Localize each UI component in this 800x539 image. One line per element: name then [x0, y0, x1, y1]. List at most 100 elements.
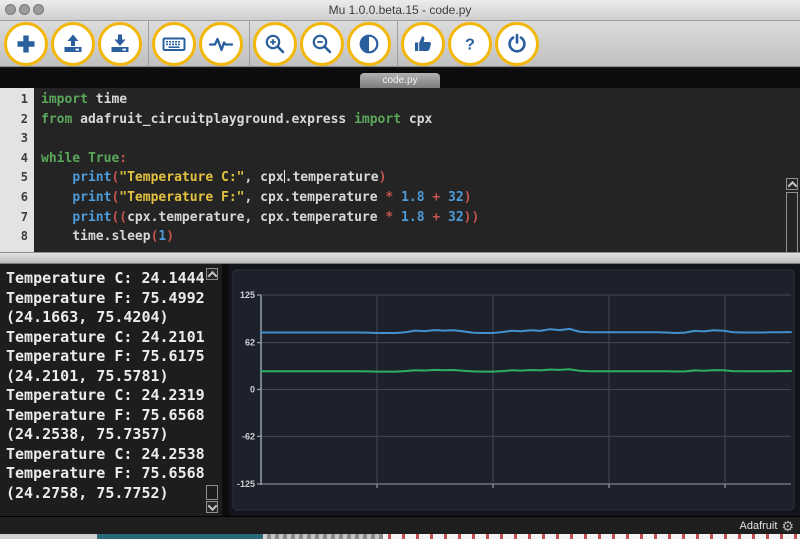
code-line[interactable]: import time: [41, 90, 800, 110]
toolbar-button-theme[interactable]: [347, 22, 391, 66]
toolbar-button-help[interactable]: ?: [448, 22, 492, 66]
toolbar: ?: [0, 21, 800, 67]
token-op: +: [432, 210, 440, 225]
token-op: ((: [111, 210, 127, 225]
toolbar-button-zoom-in[interactable]: [253, 22, 297, 66]
line-number: 8: [0, 227, 28, 247]
contrast-icon: [357, 32, 381, 56]
token-fn: print: [72, 170, 111, 185]
toolbar-button-new[interactable]: [4, 22, 48, 66]
console-line: Temperature F: 75.6568: [6, 464, 222, 484]
load-icon: [61, 32, 85, 56]
console-scroll-down-icon[interactable]: [206, 501, 218, 513]
window-title: Mu 1.0.0.beta.15 - code.py: [0, 3, 800, 17]
code-line[interactable]: print((cpx.temperature, cpx.temperature …: [41, 208, 800, 228]
plus-icon: [14, 32, 38, 56]
token-num: 1.8: [401, 190, 424, 205]
vertical-splitter[interactable]: [222, 264, 229, 516]
serial-console[interactable]: Temperature C: 24.1444Temperature F: 75.…: [0, 264, 222, 516]
console-line: Temperature F: 75.6175: [6, 347, 222, 367]
line-number: 3: [0, 129, 28, 149]
code-line[interactable]: from adafruit_circuitplayground.express …: [41, 110, 800, 130]
token-num: 32: [448, 210, 464, 225]
status-bar: Adafruit ⚙: [0, 516, 800, 534]
toolbar-button-save[interactable]: [98, 22, 142, 66]
console-scroll-up-icon[interactable]: [206, 268, 218, 280]
chevron-up-icon: [787, 180, 797, 190]
console-line: Temperature C: 24.2101: [6, 328, 222, 348]
toolbar-button-plotter[interactable]: [199, 22, 243, 66]
token-id: , cpx: [245, 170, 284, 185]
token-id: cpx.temperature, cpx.temperature: [127, 210, 385, 225]
token-kw: from: [41, 112, 72, 127]
background-window-sliver: [0, 534, 800, 539]
console-line: (24.2538, 75.7357): [6, 425, 222, 445]
console-line: Temperature C: 24.1444: [6, 269, 222, 289]
y-tick-label: 62: [245, 338, 255, 348]
token-id: adafruit_circuitplayground.express: [72, 112, 354, 127]
chevron-up-icon: [207, 270, 217, 280]
zoom-in-icon: [263, 32, 287, 56]
plotter-chart: 125620-62-125: [229, 264, 800, 516]
token-kw: True: [88, 151, 119, 166]
waveform-icon: [208, 32, 234, 56]
background-red-text: [383, 534, 800, 539]
mode-label: Adafruit: [740, 520, 778, 532]
token-id: [393, 190, 401, 205]
toolbar-button-zoom-out[interactable]: [300, 22, 344, 66]
plotter-canvas: 125620-62-125: [229, 264, 800, 516]
toolbar-button-load[interactable]: [51, 22, 95, 66]
mu-editor-window: Mu 1.0.0.beta.15 - code.py ? code.py 123…: [0, 0, 800, 539]
code-editor[interactable]: 12345678 import timefrom adafruit_circui…: [0, 88, 800, 252]
console-line: (24.2758, 75.7752): [6, 484, 222, 504]
window-titlebar[interactable]: Mu 1.0.0.beta.15 - code.py: [0, 0, 800, 21]
y-tick-label: -125: [237, 479, 255, 489]
console-line: Temperature C: 24.2319: [6, 386, 222, 406]
code-line[interactable]: time.sleep(1): [41, 227, 800, 247]
token-id: [440, 190, 448, 205]
settings-gear-icon[interactable]: ⚙: [781, 519, 794, 533]
token-str: "Temperature F:": [119, 190, 244, 205]
token-op: ): [379, 170, 387, 185]
line-number: 5: [0, 168, 28, 188]
toolbar-separator: [397, 21, 398, 67]
code-line[interactable]: print("Temperature F:", cpx.temperature …: [41, 188, 800, 208]
token-fn: print: [72, 190, 111, 205]
y-tick-label: -62: [242, 431, 255, 441]
token-kw: import: [41, 92, 88, 107]
token-id: , cpx.temperature: [245, 190, 386, 205]
console-line: Temperature C: 24.2538: [6, 445, 222, 465]
question-icon: ?: [458, 32, 482, 56]
token-id: [440, 210, 448, 225]
horizontal-splitter[interactable]: [0, 252, 800, 264]
toolbar-button-check[interactable]: [401, 22, 445, 66]
tab-code-py[interactable]: code.py: [360, 73, 440, 88]
toolbar-button-quit[interactable]: [495, 22, 539, 66]
toolbar-button-repl[interactable]: [152, 22, 196, 66]
code-line[interactable]: [41, 129, 800, 149]
token-num: 32: [448, 190, 464, 205]
toolbar-separator: [249, 21, 250, 67]
chevron-down-icon: [207, 501, 217, 511]
token-fn: print: [72, 210, 111, 225]
token-kw: import: [354, 112, 401, 127]
token-op: :: [119, 151, 127, 166]
token-op: )): [464, 210, 480, 225]
code-line[interactable]: print("Temperature C:", cpx.temperature): [41, 168, 800, 188]
token-kw: while: [41, 151, 80, 166]
line-number: 7: [0, 208, 28, 228]
line-number: 2: [0, 110, 28, 130]
y-tick-label: 0: [250, 385, 255, 395]
token-id: time.sleep: [41, 229, 151, 244]
line-number: 4: [0, 149, 28, 169]
tab-strip: code.py: [0, 68, 800, 88]
token-id: [80, 151, 88, 166]
console-scrollbar-thumb[interactable]: [206, 485, 218, 500]
token-id: cpx: [401, 112, 432, 127]
code-text[interactable]: import timefrom adafruit_circuitplaygrou…: [34, 88, 800, 252]
editor-scroll-up-icon[interactable]: [786, 178, 798, 190]
keyboard-icon: [161, 32, 187, 56]
console-line: Temperature F: 75.6568: [6, 406, 222, 426]
console-line: Temperature F: 75.4992: [6, 289, 222, 309]
code-line[interactable]: while True:: [41, 149, 800, 169]
